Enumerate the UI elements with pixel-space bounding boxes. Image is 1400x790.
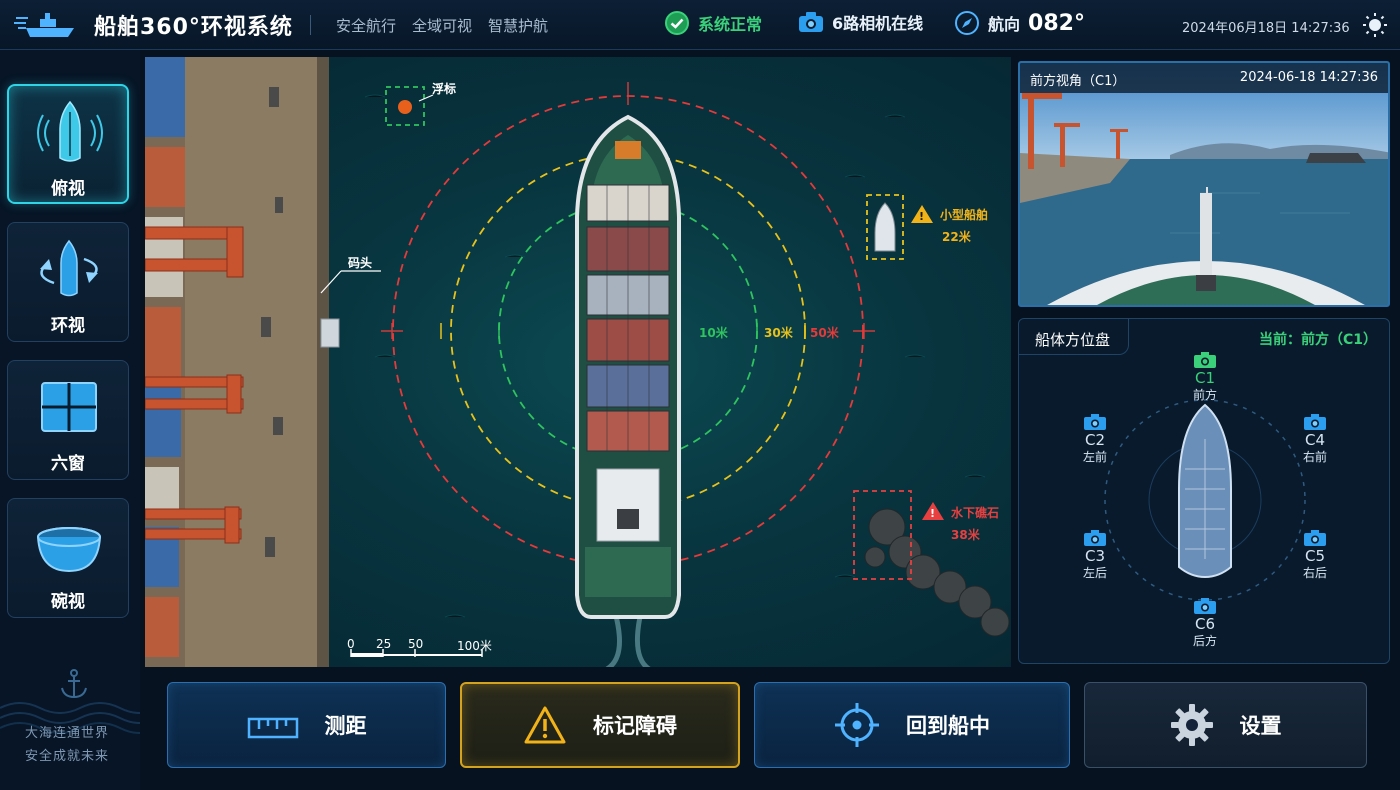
top-view-ship-icon: [37, 100, 103, 162]
camera-feed-image: [1020, 63, 1388, 305]
measure-button-label: 测距: [324, 714, 367, 738]
recenter-ship-button[interactable]: 回到船中: [754, 682, 1070, 768]
camera-title: 前方视角（C1）: [1030, 74, 1126, 89]
camera-status-text: 6路相机在线: [832, 14, 924, 33]
ring-30m-label: 30米: [764, 326, 793, 340]
ring-50m-label: 50米: [810, 326, 839, 340]
camera-direction: 左前: [1082, 450, 1107, 464]
measure-distance-button[interactable]: 测距: [167, 682, 446, 768]
compass-heading-icon: [955, 11, 979, 35]
map-scene: ! !: [145, 57, 1010, 667]
scale-tick-100: 100米: [457, 639, 492, 653]
six-window-grid-icon: [41, 382, 97, 432]
camera-icon: [1304, 414, 1326, 430]
small-boat-distance: 22米: [942, 230, 971, 244]
ruler-icon: [247, 717, 298, 739]
warning-triangle-icon: [524, 706, 566, 744]
nav-label-surround-view: 环视: [51, 316, 85, 336]
camera-code: C1: [1194, 369, 1216, 387]
heading-status: 航向 082°: [954, 10, 1085, 36]
camera-code: C4: [1304, 431, 1326, 449]
ship-logo-icon: [14, 13, 74, 37]
scale-tick-25: 25: [376, 637, 392, 651]
slogan-safe-navigation: 安全航行: [336, 17, 397, 35]
settings-button[interactable]: 设置: [1084, 682, 1367, 768]
camera-code: C2: [1084, 431, 1106, 449]
camera-node-c6[interactable]: C6 后方: [1175, 597, 1235, 649]
check-circle-icon: [665, 11, 689, 35]
nav-bowl-view[interactable]: 碗视: [7, 498, 129, 618]
svg-text:!: !: [919, 210, 924, 223]
mark-obstacle-button-label: 标记障碍: [593, 714, 677, 738]
camera-icon: [1084, 530, 1106, 546]
crosshair-target-icon: [835, 703, 879, 747]
brightness-sun-icon[interactable]: [1362, 12, 1388, 38]
camera-header: 前方视角（C1） 2024-06-18 14:27:36: [1020, 63, 1388, 93]
camera-direction: 左后: [1082, 566, 1107, 580]
camera-direction: 右前: [1302, 450, 1327, 464]
svg-text:!: !: [930, 507, 935, 520]
title-divider: [310, 15, 311, 35]
camera-direction: 前方: [1192, 388, 1217, 402]
dock-label: 码头: [348, 256, 373, 270]
heading-label: 航向: [988, 15, 1021, 34]
camera-icon: [799, 12, 823, 32]
reef-label: 水下礁石: [951, 506, 1000, 520]
top-bar: 船舶360°环视系统 安全航行 全域可视 智慧护航 系统正常 6路相机在线 航向…: [0, 0, 1400, 50]
bowl-view-icon: [37, 527, 101, 573]
footer-line-2: 安全成就未来: [24, 749, 109, 764]
camera-icon: [1194, 352, 1216, 368]
camera-node-c2[interactable]: C2 左前: [1065, 413, 1125, 465]
camera-node-c5[interactable]: C5 右后: [1285, 529, 1345, 581]
camera-code: C6: [1194, 615, 1216, 633]
camera-icon: [1304, 530, 1326, 546]
footer-line-1: 大海连通世界: [24, 726, 109, 741]
reef-distance: 38米: [951, 528, 980, 542]
buoy-label: 浮标: [432, 82, 457, 96]
nav-top-view[interactable]: 俯视: [7, 84, 129, 204]
top-view-map[interactable]: ! ! 浮标 码头 小型船舶 22米 水下礁石 38米 10米 30米 50米 …: [145, 57, 1011, 667]
anchor-icon: [61, 669, 87, 699]
system-status: 系统正常: [664, 10, 762, 36]
slogan-group: 安全航行 全域可视 智慧护航: [336, 15, 548, 36]
app-title: 船舶360°环视系统: [94, 15, 293, 40]
camera-node-c4[interactable]: C4 右前: [1285, 413, 1345, 465]
camera-direction: 后方: [1192, 634, 1217, 648]
nav-label-bowl-view: 碗视: [51, 592, 85, 612]
surround-view-icon: [40, 239, 98, 297]
slogan-full-visibility: 全域可视: [412, 17, 473, 35]
gear-icon: [1170, 704, 1213, 746]
settings-button-label: 设置: [1239, 714, 1282, 738]
heading-value: 082°: [1028, 10, 1085, 36]
camera-direction: 右后: [1302, 566, 1327, 580]
nav-surround-view[interactable]: 环视: [7, 222, 129, 342]
datetime: 2024年06月18日 14:27:36: [1182, 21, 1350, 36]
camera-icon: [1084, 414, 1106, 430]
camera-icon: [1194, 598, 1216, 614]
camera-code: C3: [1084, 547, 1106, 565]
ring-10m-label: 10米: [699, 326, 728, 340]
hull-orientation-panel: 船体方位盘 当前：前方（C1） C1 前方 C2 左前 C4 右前 C3 左后 …: [1018, 318, 1390, 664]
recenter-button-label: 回到船中: [906, 714, 990, 738]
front-camera-view[interactable]: 前方视角（C1） 2024-06-18 14:27:36: [1018, 61, 1390, 307]
slogan-smart-escort: 智慧护航: [488, 17, 549, 35]
camera-timestamp: 2024-06-18 14:27:36: [1239, 70, 1378, 85]
mark-obstacle-button[interactable]: 标记障碍: [460, 682, 740, 768]
scale-tick-0: 0: [347, 637, 355, 651]
nav-label-six-window: 六窗: [51, 454, 85, 474]
camera-status: 6路相机在线: [798, 10, 923, 34]
scale-tick-50: 50: [408, 637, 424, 651]
nav-six-window[interactable]: 六窗: [7, 360, 129, 480]
camera-code: C5: [1304, 547, 1326, 565]
camera-node-c1[interactable]: C1 前方: [1175, 351, 1235, 403]
system-status-text: 系统正常: [698, 15, 763, 34]
camera-node-c3[interactable]: C3 左后: [1065, 529, 1125, 581]
small-boat-label: 小型船舶: [940, 208, 989, 222]
nav-label-top-view: 俯视: [51, 179, 85, 199]
